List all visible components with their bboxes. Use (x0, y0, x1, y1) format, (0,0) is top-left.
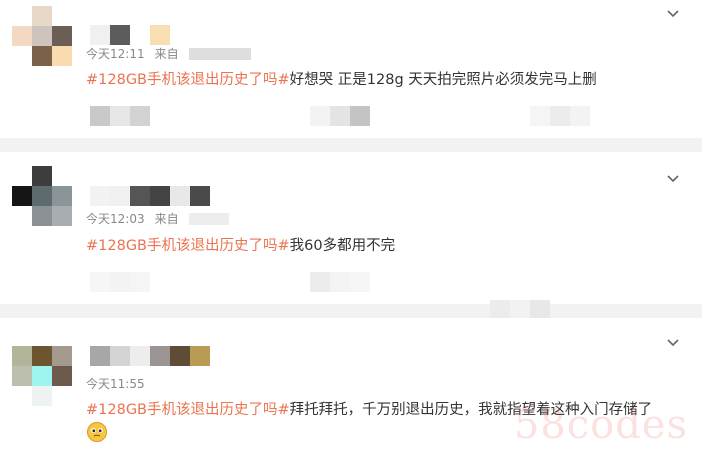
post-time: 今天12:11 (86, 47, 145, 61)
post-body: 好想哭 正是128g 天天拍完照片必须发完马上删 (289, 72, 597, 88)
topic-link[interactable]: #128GB手机该退出历史了吗# (86, 238, 290, 254)
attachment-blurred (310, 272, 370, 292)
watermark: 58codes (513, 402, 688, 448)
avatar[interactable] (12, 6, 72, 66)
attachment-blurred (490, 300, 550, 320)
post-time: 今天11:55 (86, 377, 145, 391)
post-body: 我60多都用不完 (289, 238, 396, 254)
post-text: #128GB手机该退出历史了吗#好想哭 正是128g 天天拍完照片必须发完马上删 (86, 68, 597, 89)
post-meta: 今天12:11 来自 (86, 45, 251, 62)
attachment-blurred (90, 272, 150, 292)
topic-link[interactable]: #128GB手机该退出历史了吗# (86, 402, 290, 418)
post-source-label: 来自 (154, 47, 179, 61)
avatar[interactable] (12, 166, 72, 226)
avatar[interactable] (12, 346, 72, 406)
pleading-face-emoji-icon (87, 422, 107, 442)
post-source-label: 来自 (154, 212, 179, 226)
post-meta: 今天12:03 来自 (86, 210, 229, 227)
topic-link[interactable]: #128GB手机该退出历史了吗# (86, 72, 290, 88)
post-meta: 今天11:55 (86, 375, 155, 392)
post-text: #128GB手机该退出历史了吗#我60多都用不完 (86, 234, 395, 255)
username-blurred[interactable] (90, 346, 210, 366)
username-blurred[interactable] (90, 25, 170, 45)
attachment-blurred (530, 106, 590, 126)
post-time: 今天12:03 (86, 212, 145, 226)
chevron-down-icon[interactable] (666, 335, 680, 349)
username-blurred[interactable] (90, 186, 210, 206)
attachment-blurred (90, 106, 150, 126)
chevron-down-icon[interactable] (666, 6, 680, 20)
attachment-blurred (310, 106, 370, 126)
chevron-down-icon[interactable] (666, 171, 680, 185)
source-blurred (188, 212, 229, 225)
source-blurred (188, 47, 251, 60)
